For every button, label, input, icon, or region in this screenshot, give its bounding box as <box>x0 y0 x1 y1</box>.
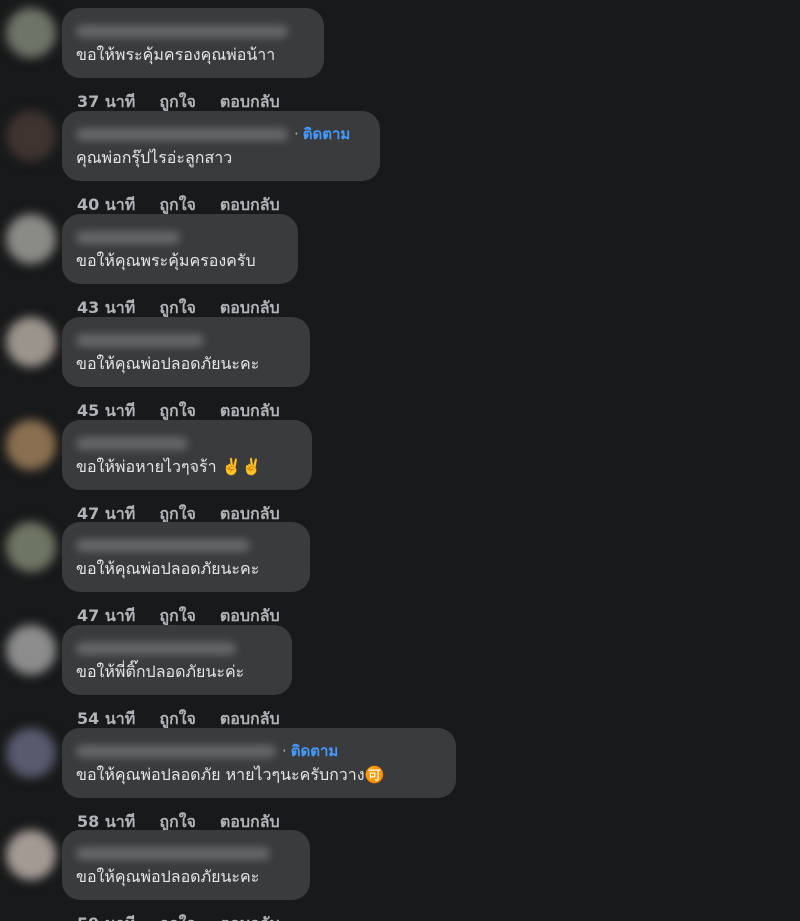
commenter-name-redacted[interactable] <box>76 127 288 141</box>
avatar[interactable] <box>6 214 56 264</box>
comment-text: ขอให้คุณพ่อปลอดภัยนะคะ <box>76 354 260 373</box>
avatar[interactable] <box>6 111 56 161</box>
commenter-name-row <box>76 845 270 861</box>
comment-timestamp[interactable]: 59 นาที <box>77 912 135 921</box>
comment-bubble: ขอให้คุณพ่อปลอดภัยนะคะ <box>62 522 310 592</box>
commenter-name-row: · ติดตาม <box>76 742 338 760</box>
commenter-name-redacted[interactable] <box>76 333 204 347</box>
comment-text: ขอให้พ่อหายไวๆจร้า ✌️✌️ <box>76 457 262 476</box>
commenter-name-row <box>76 332 204 348</box>
comment-bubble: · ติดตาม ขอให้คุณพ่อปลอดภัย หายไวๆนะครับก… <box>62 728 456 798</box>
commenter-name-redacted[interactable] <box>76 641 236 655</box>
commenter-name-row: · ติดตาม <box>76 125 350 143</box>
commenter-name-redacted[interactable] <box>76 436 188 450</box>
avatar[interactable] <box>6 625 56 675</box>
comment-bubble: ขอให้คุณพ่อปลอดภัยนะคะ <box>62 830 310 900</box>
commenter-name-row <box>76 229 180 245</box>
comment-text: คุณพ่อกรุ๊ปไรอ่ะลูกสาว <box>76 148 233 167</box>
commenter-name-row <box>76 537 250 553</box>
comment-bubble: ขอให้พี่ติ๊กปลอดภัยนะค่ะ <box>62 625 292 695</box>
avatar[interactable] <box>6 830 56 880</box>
comment-bubble: ขอให้คุณพระคุ้มครองครับ <box>62 214 298 284</box>
comment-bubble: ขอให้คุณพ่อปลอดภัยนะคะ <box>62 317 310 387</box>
commenter-name-redacted[interactable] <box>76 230 180 244</box>
commenter-name-row <box>76 435 188 451</box>
comment-text: ขอให้พระคุ้มครองคุณพ่อน้าา <box>76 45 276 64</box>
comment-text: ขอให้คุณพระคุ้มครองครับ <box>76 251 256 270</box>
follow-label[interactable]: ติดตาม <box>291 742 339 760</box>
comment-feed: ขอให้พระคุ้มครองคุณพ่อน้าา 37 นาที ถูกใจ… <box>0 0 800 921</box>
comment-actions: 59 นาที ถูกใจ ตอบกลับ <box>77 912 280 921</box>
follow-label[interactable]: ติดตาม <box>303 125 351 143</box>
comment-bubble: ขอให้พระคุ้มครองคุณพ่อน้าา <box>62 8 324 78</box>
like-link[interactable]: ถูกใจ <box>159 912 196 921</box>
comment-text: ขอให้คุณพ่อปลอดภัยนะคะ <box>76 867 260 886</box>
avatar[interactable] <box>6 8 56 58</box>
follow-link[interactable]: · ติดตาม <box>282 739 338 763</box>
reply-link[interactable]: ตอบกลับ <box>220 912 280 921</box>
comment-bubble: ขอให้พ่อหายไวๆจร้า ✌️✌️ <box>62 420 312 490</box>
commenter-name-redacted[interactable] <box>76 24 288 38</box>
comment-text: ขอให้คุณพ่อปลอดภัย หายไวๆนะครับกวาง🉑 <box>76 765 385 784</box>
avatar[interactable] <box>6 317 56 367</box>
comment-text: ขอให้พี่ติ๊กปลอดภัยนะค่ะ <box>76 662 245 681</box>
comment-text: ขอให้คุณพ่อปลอดภัยนะคะ <box>76 559 260 578</box>
commenter-name-redacted[interactable] <box>76 538 250 552</box>
avatar[interactable] <box>6 522 56 572</box>
commenter-name-row <box>76 23 288 39</box>
comment-bubble: · ติดตาม คุณพ่อกรุ๊ปไรอ่ะลูกสาว <box>62 111 380 181</box>
avatar[interactable] <box>6 420 56 470</box>
commenter-name-row <box>76 640 236 656</box>
commenter-name-redacted[interactable] <box>76 744 276 758</box>
follow-link[interactable]: · ติดตาม <box>294 122 350 146</box>
commenter-name-redacted[interactable] <box>76 846 270 860</box>
avatar[interactable] <box>6 728 56 778</box>
